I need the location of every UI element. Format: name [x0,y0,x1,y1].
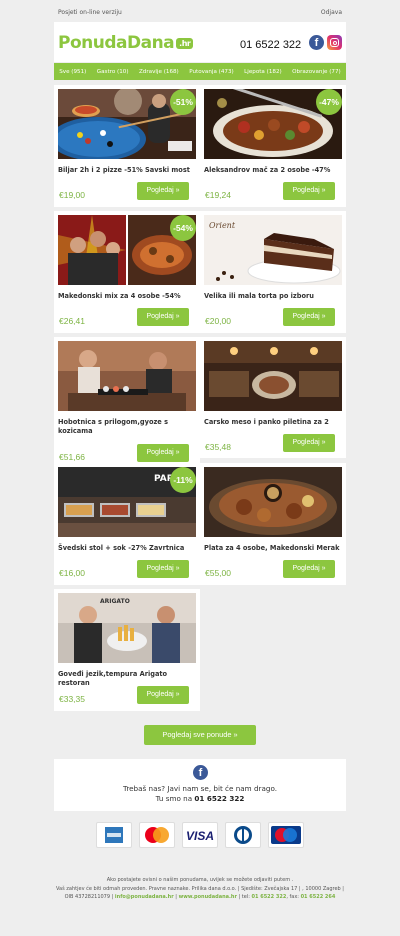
footer-tel[interactable]: 01 6522 322 [252,894,287,900]
header: PonudaDana .hr 01 6522 322 f [54,22,346,62]
instagram-icon[interactable] [327,35,342,50]
deal-image-arigato[interactable]: ARIGATO [58,593,196,663]
footer-tel-label: | tel: [236,894,252,900]
discount-badge: -51% [170,89,196,115]
discount-badge: -54% [170,215,196,241]
deal-price: €16,00 [59,568,85,578]
logo[interactable]: PonudaDana .hr [58,33,194,53]
contact-box: f Trebaš nas? Javi nam se, bit će nam dr… [54,759,346,811]
deal-card: Orient Velika ili mala torta po izboru €… [200,211,346,333]
view-deal-button[interactable]: Pogledaj » [283,434,335,452]
footer-fax-label: , fax: [286,894,301,900]
unsubscribe-link[interactable]: Odjava [321,9,342,16]
facebook-icon[interactable]: f [193,765,208,780]
deal-price: €51,66 [59,452,85,462]
nav-item-zdravlje[interactable]: Zdravlje (168) [139,69,179,75]
deal-title[interactable]: Plata za 4 osobe, Makedonski Merak [204,544,344,553]
deal-card: -47% Aleksandrov mač za 2 osobe -47% €19… [200,85,346,207]
deal-title[interactable]: Aleksandrov mač za 2 osobe -47% [204,166,344,175]
discount-badge: -47% [316,89,342,115]
footer-legal-text: Vaš zahtjev će biti odmah proveden. Prav… [56,885,344,892]
deal-card: Hobotnica s prilogom,gyoze s kozicama €5… [54,337,200,464]
deal-title[interactable]: Velika ili mala torta po izboru [204,292,344,301]
view-deal-button[interactable]: Pogledaj » [137,444,189,462]
deal-title[interactable]: Hobotnica s prilogom,gyoze s kozicama [58,418,198,436]
deal-image-grilled-meat[interactable]: -47% [204,89,342,159]
contact-phone[interactable]: 01 6522 322 [194,794,244,803]
contact-phone-prefix: Tu smo na [155,794,195,803]
cake-brand-text: Orient [209,221,236,230]
deal-card: -54% Makedonski mix za 4 osobe -54% €26,… [54,211,200,333]
deal-title[interactable]: Carsko meso i panko piletina za 2 [204,418,344,427]
deal-image-cake[interactable]: Orient [204,215,342,285]
footer: Ako postajete ovisni o našim ponudama, u… [54,876,346,902]
footer-email-link[interactable]: info@ponudadana.hr [115,894,174,900]
nav-item-putovanja[interactable]: Putovanja (473) [189,69,234,75]
svg-text:VISA: VISA [186,829,214,843]
deal-price: €19,00 [59,190,85,200]
deal-price: €20,00 [205,316,231,326]
deal-image-buffet[interactable]: PAPEL -11% [58,467,196,537]
online-version-link[interactable]: Posjeti on-line verziju [58,9,122,16]
deal-price: €55,00 [205,568,231,578]
deal-card: ARIGATO Goveđi jezik,tempura Arigato res… [54,589,200,711]
nav-item-ljepota[interactable]: Ljepota (182) [244,69,282,75]
deal-title[interactable]: Švedski stol + sok -27% Zavrtnica [58,544,198,553]
deal-card: Carsko meso i panko piletina za 2 €35,48… [200,337,346,458]
deal-image-restaurant[interactable] [204,341,342,411]
deal-price: €26,41 [59,316,85,326]
mastercard-icon [139,822,175,848]
deal-title[interactable]: Makedonski mix za 4 osobe -54% [58,292,198,301]
deal-card: -51% Biljar 2h i 2 pizze -51% Savski mos… [54,85,200,207]
deal-price: €19,24 [205,190,231,200]
deal-image-billiards[interactable]: -51% [58,89,196,159]
top-bar: Posjeti on-line verziju Odjava [54,6,346,18]
view-deal-button[interactable]: Pogledaj » [137,560,189,578]
payment-cards: VISA [96,822,306,850]
deal-card: PAPEL -11% Švedski stol + sok -27% Zavrt… [54,463,200,585]
nav-item-sve[interactable]: Sve (951) [59,69,86,75]
footer-fax: 01 6522 264 [300,894,336,900]
view-deal-button[interactable]: Pogledaj » [283,560,335,578]
deal-price: €33,35 [59,694,85,704]
footer-web-link[interactable]: www.ponudadana.hr [179,894,237,900]
maestro-icon [268,822,304,848]
deal-card: Plata za 4 osobe, Makedonski Merak €55,0… [200,463,346,585]
view-all-offers-button[interactable]: Pogledaj sve ponude » [144,725,256,745]
view-deal-button[interactable]: Pogledaj » [283,308,335,326]
contact-text: Trebaš nas? Javi nam se, bit će nam drag… [123,784,277,793]
arigato-brand-text: ARIGATO [100,598,130,605]
view-deal-button[interactable]: Pogledaj » [137,182,189,200]
facebook-icon[interactable]: f [309,35,324,50]
nav-item-gastro[interactable]: Gastro (10) [97,69,129,75]
view-deal-button[interactable]: Pogledaj » [283,182,335,200]
footer-oib: OIB 43728211079 | [64,894,115,900]
view-deal-button[interactable]: Pogledaj » [137,308,189,326]
deal-image-macedonian-mix[interactable]: -54% [58,215,196,285]
logo-text: PonudaDana [58,33,175,53]
footer-unsubscribe-text: Ako postajete ovisni o našim ponudama, u… [106,877,294,883]
contact-phone-line: Tu smo na 01 6522 322 [54,794,346,803]
view-deal-button[interactable]: Pogledaj » [137,686,189,704]
deal-image-meat-platter[interactable] [204,467,342,537]
logo-suffix: .hr [176,38,194,49]
header-phone[interactable]: 01 6522 322 [240,39,301,51]
visa-icon: VISA [182,822,218,848]
discount-badge: -11% [170,467,196,493]
diners-club-icon [225,822,261,848]
category-nav: Sve (951) Gastro (10) Zdravlje (168) Put… [54,63,346,80]
nav-item-obrazovanje[interactable]: Obrazovanje (77) [292,69,341,75]
deal-price: €35,48 [205,442,231,452]
deal-title[interactable]: Biljar 2h i 2 pizze -51% Savski most [58,166,198,175]
american-express-icon [96,822,132,848]
deal-image-sushi[interactable] [58,341,196,411]
footer-contact-line: OIB 43728211079 | info@ponudadana.hr | w… [54,893,346,902]
